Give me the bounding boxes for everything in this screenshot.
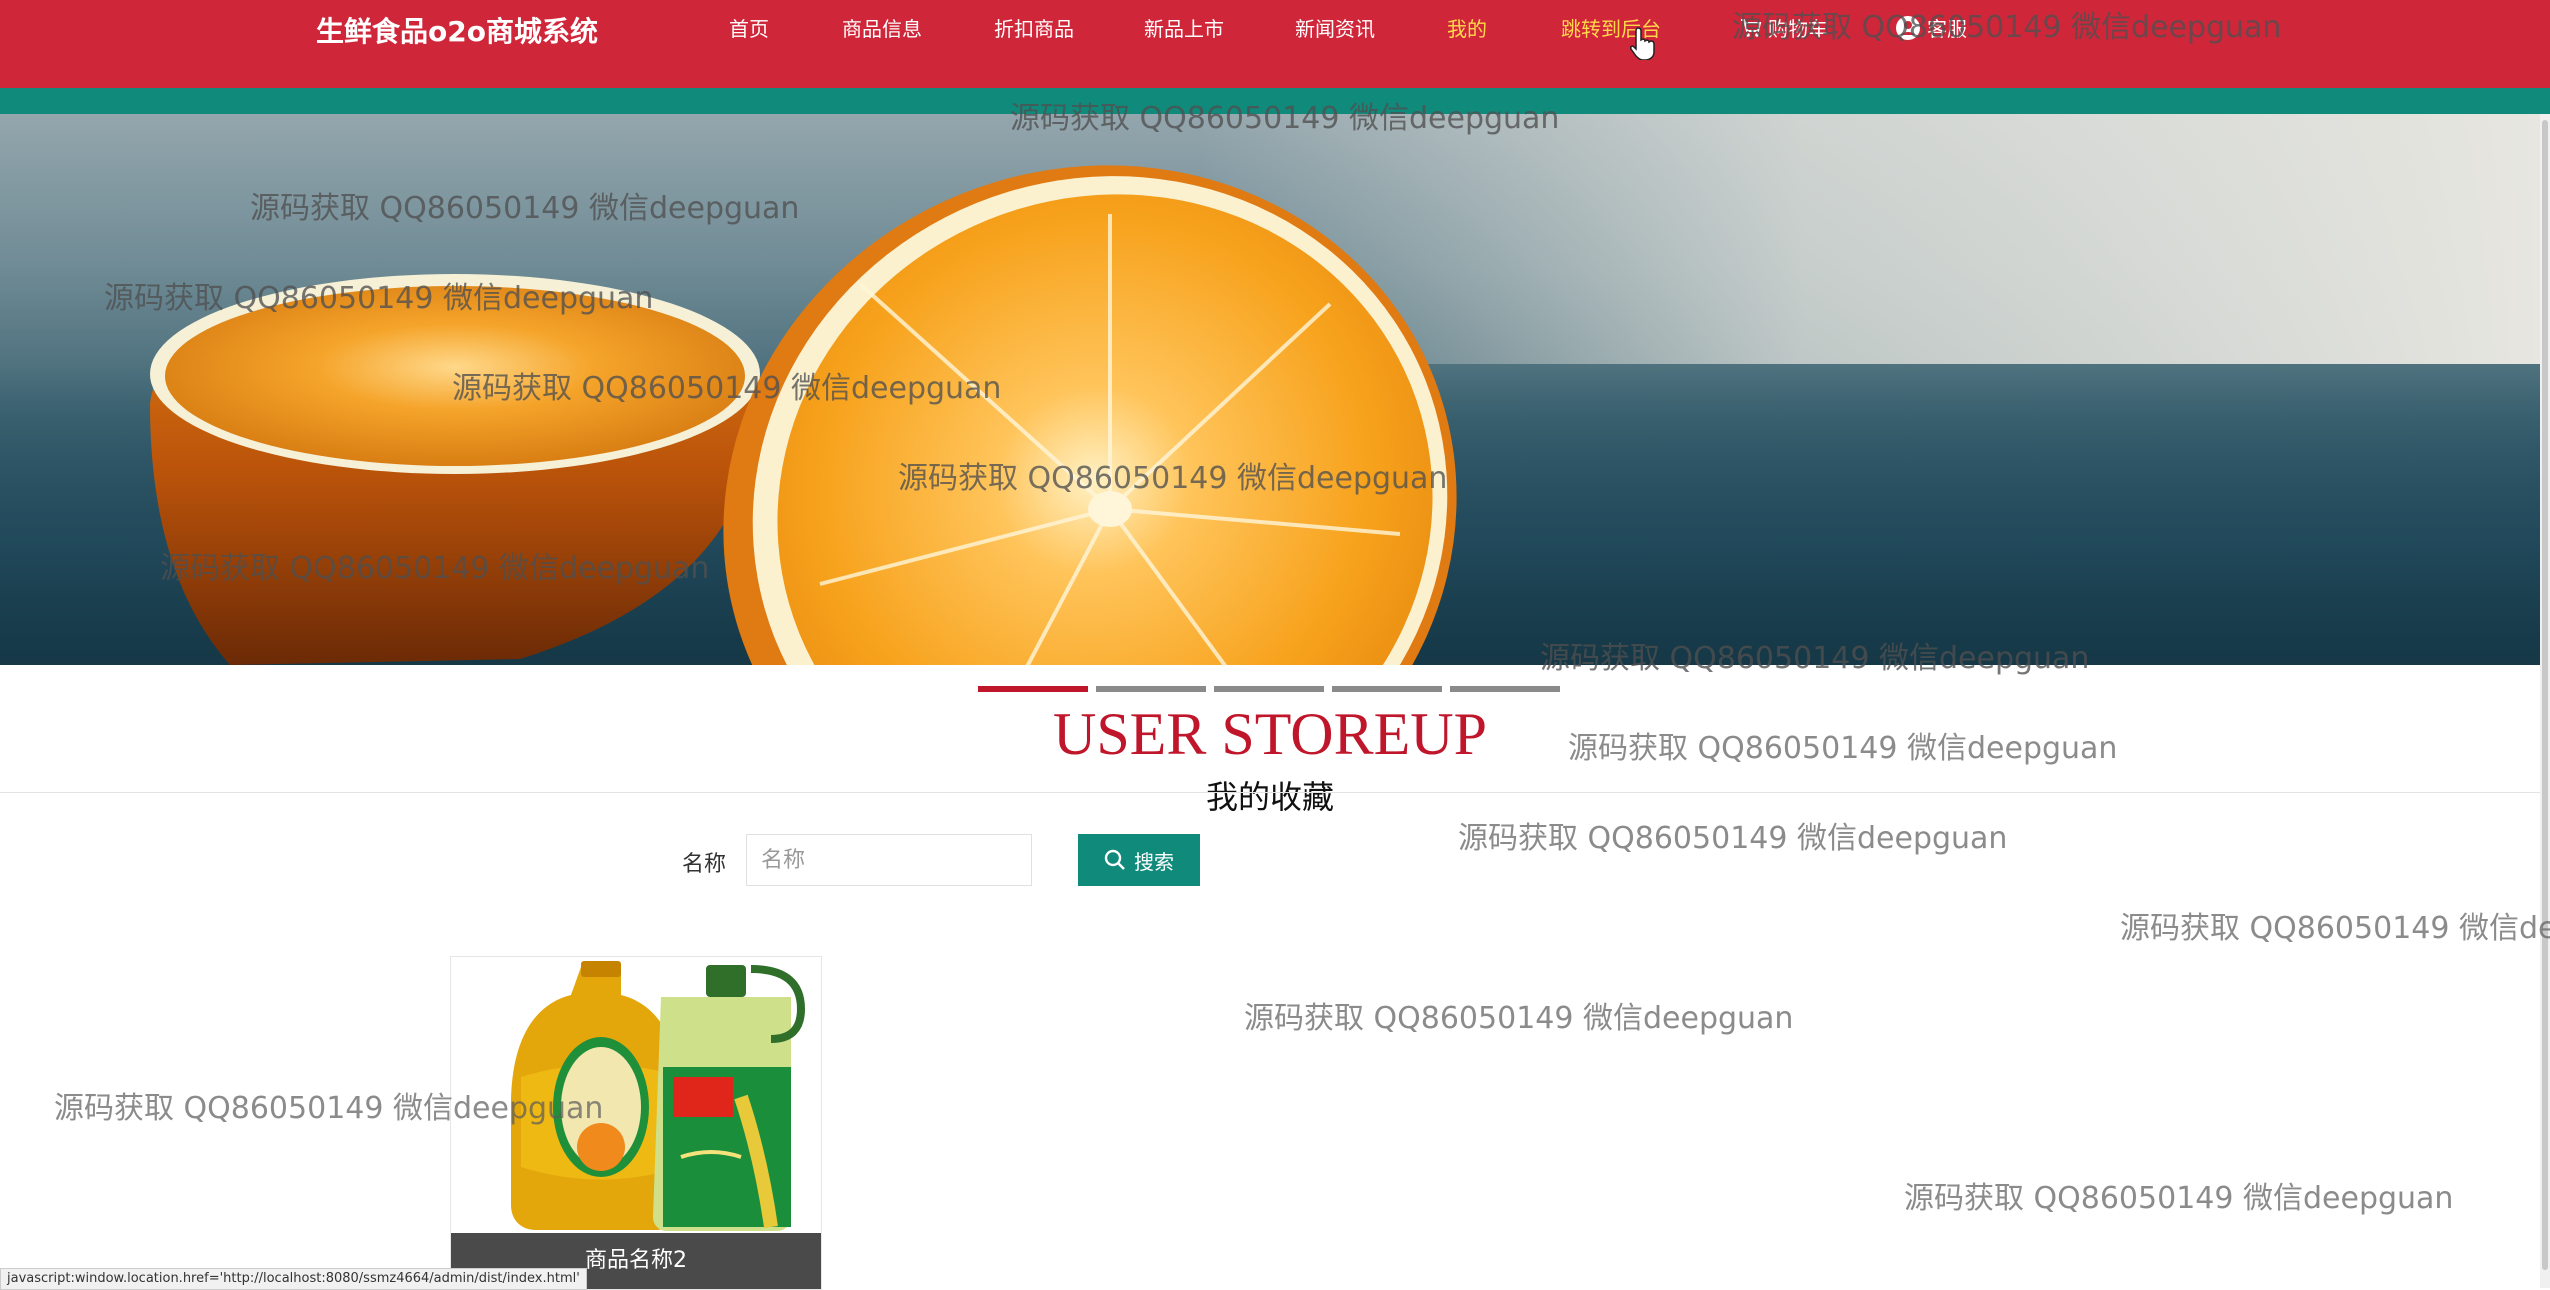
nav-products[interactable]: 商品信息 — [842, 13, 922, 42]
top-navbar: 生鲜食品o2o商城系统 首页 商品信息 折扣商品 新品上市 新闻资讯 我的 跳转… — [0, 0, 2550, 88]
section-divider — [0, 792, 2540, 793]
hero-banner[interactable] — [0, 114, 2540, 665]
slider-dot-4[interactable] — [1332, 686, 1442, 692]
orange-halves-image — [150, 165, 1457, 665]
slider-dot-5[interactable] — [1450, 686, 1560, 692]
watermark: 源码获取 QQ86050149 微信deepguan — [1904, 1181, 2454, 1216]
nav-accent-strip — [0, 88, 2550, 114]
search-button-label: 搜索 — [1134, 851, 1174, 874]
nav-new-arrivals[interactable]: 新品上市 — [1144, 13, 1224, 42]
watermark: 源码获取 QQ86050149 微信deepguan — [1244, 1001, 1794, 1036]
hand-cursor-icon — [1630, 27, 1655, 60]
product-image — [451, 957, 821, 1233]
search-label: 名称 — [682, 852, 727, 877]
site-brand[interactable]: 生鲜食品o2o商城系统 — [316, 10, 598, 50]
search-input[interactable] — [746, 834, 1032, 886]
nav-news[interactable]: 新闻资讯 — [1295, 13, 1375, 42]
nav-discount[interactable]: 折扣商品 — [994, 13, 1074, 42]
search-icon — [1104, 849, 1125, 870]
service-icon — [1895, 15, 1921, 46]
nav-cart-label: 购物车 — [1768, 17, 1828, 41]
nav-service-label: 客服 — [1927, 17, 1967, 41]
watermark: 源码获取 QQ86050149 微信deepguan — [1458, 821, 2008, 856]
nav-home[interactable]: 首页 — [729, 13, 769, 42]
product-card[interactable]: 商品名称2 — [450, 956, 822, 1290]
slider-dot-2[interactable] — [1096, 686, 1206, 692]
slider-dot-1[interactable] — [978, 686, 1088, 692]
search-button[interactable]: 搜索 — [1078, 834, 1200, 886]
nav-cart[interactable]: 购物车 — [1740, 13, 1828, 43]
scrollbar-thumb[interactable] — [2542, 120, 2548, 1270]
slider-dot-3[interactable] — [1214, 686, 1324, 692]
watermark: 源码获取 QQ86050149 微信deepguan — [2120, 911, 2550, 946]
section-subtitle: 我的收藏 — [1205, 778, 1334, 816]
nav-mine[interactable]: 我的 — [1447, 13, 1487, 42]
cart-icon — [1740, 18, 1762, 43]
browser-status-bar: javascript:window.location.href='http://… — [0, 1268, 587, 1290]
nav-service[interactable]: 客服 — [1895, 13, 1967, 46]
page-scrollbar[interactable] — [2540, 114, 2550, 1288]
section-title: USER STOREUP — [1052, 701, 1487, 767]
